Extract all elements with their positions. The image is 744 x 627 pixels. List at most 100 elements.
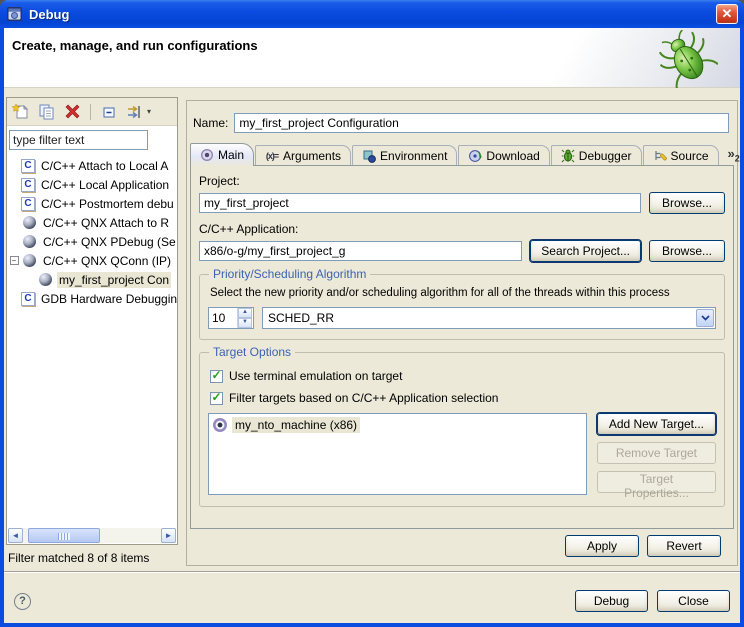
- application-row: Search Project... Browse...: [199, 240, 725, 262]
- scheduler-selected-value: SCHED_RR: [263, 311, 695, 325]
- name-row: Name:: [193, 113, 729, 133]
- terminal-emulation-label: Use terminal emulation on target: [229, 369, 402, 383]
- collapse-all-icon[interactable]: [99, 102, 119, 122]
- debug-bug-icon: [656, 30, 718, 88]
- main-tab-content: Project: Browse... C/C++ Application: Se…: [190, 165, 734, 529]
- target-properties-button[interactable]: Target Properties...: [597, 471, 716, 493]
- filter-targets-checkbox[interactable]: ✓: [210, 392, 223, 405]
- filter-field-area: [7, 126, 177, 152]
- priority-group-title: Priority/Scheduling Algorithm: [209, 267, 370, 281]
- dialog-content: Create, manage, and run configurations: [4, 28, 740, 623]
- footer-buttons: Debug Close: [575, 590, 730, 612]
- header-title: Create, manage, and run configurations: [12, 38, 258, 53]
- close-icon[interactable]: ✕: [716, 4, 738, 24]
- tree-item-qnx-pdebug[interactable]: C/C++ QNX PDebug (Se: [7, 232, 177, 251]
- qnx-config-icon: [37, 272, 53, 287]
- header-banner: Create, manage, and run configurations: [4, 28, 740, 88]
- debugger-tab-icon: [561, 149, 575, 163]
- apply-revert-row: Apply Revert: [565, 535, 721, 557]
- qnx-config-icon: [21, 215, 37, 230]
- target-selection-row: my_nto_machine (x86) Add New Target... R…: [208, 413, 716, 495]
- priority-value-input[interactable]: [209, 308, 237, 328]
- tab-bar: Main (x)= Arguments Environment: [190, 143, 734, 166]
- scroll-right-icon[interactable]: ►: [161, 528, 176, 543]
- spinner-up-icon[interactable]: ▲: [238, 308, 252, 318]
- title-bar[interactable]: Debug ✕: [0, 0, 744, 28]
- filter-configurations-icon[interactable]: [125, 102, 145, 122]
- application-input[interactable]: [199, 241, 522, 261]
- tab-source[interactable]: Source: [643, 145, 719, 166]
- duplicate-configuration-icon[interactable]: [36, 102, 56, 122]
- project-browse-button[interactable]: Browse...: [649, 192, 725, 214]
- environment-tab-icon: [362, 149, 376, 163]
- spinner-down-icon[interactable]: ▼: [238, 318, 252, 328]
- terminal-emulation-checkbox[interactable]: ✓: [210, 370, 223, 383]
- tree-item-qnx-attach[interactable]: C/C++ QNX Attach to R: [7, 213, 177, 232]
- dialog-window-icon: [6, 6, 23, 22]
- qnx-config-icon: [21, 253, 37, 268]
- target-list-item[interactable]: my_nto_machine (x86): [213, 417, 360, 433]
- window-title: Debug: [29, 7, 69, 22]
- name-input[interactable]: [234, 113, 729, 133]
- filter-targets-row: ✓ Filter targets based on C/C++ Applicat…: [210, 391, 716, 405]
- download-tab-icon: [468, 149, 482, 163]
- configurations-panel: ▾ C C/C++ Attach to Local A C C/C++ Loca…: [6, 97, 178, 545]
- footer-bar: ? Debug Close: [4, 584, 740, 618]
- apply-button[interactable]: Apply: [565, 535, 639, 557]
- toolbar-separator: [90, 104, 91, 120]
- collapse-expander-icon[interactable]: −: [7, 256, 21, 265]
- close-button[interactable]: Close: [657, 590, 730, 612]
- combo-dropdown-icon[interactable]: [696, 309, 714, 327]
- project-input[interactable]: [199, 193, 641, 213]
- priority-spinner[interactable]: ▲ ▼: [208, 307, 254, 329]
- debug-dialog: Debug ✕ Create, manage, and run configur…: [0, 0, 744, 627]
- c-cpp-config-icon: C: [21, 197, 35, 211]
- target-options-group: Target Options ✓ Use terminal emulation …: [199, 352, 725, 507]
- new-configuration-icon[interactable]: [10, 102, 30, 122]
- tab-environment[interactable]: Environment: [352, 145, 457, 166]
- target-options-group-title: Target Options: [209, 345, 295, 359]
- tree-item-my-first-project[interactable]: my_first_project Con: [7, 270, 177, 289]
- tab-arguments[interactable]: (x)= Arguments: [255, 145, 351, 166]
- debug-button[interactable]: Debug: [575, 590, 648, 612]
- add-new-target-button[interactable]: Add New Target...: [597, 413, 716, 435]
- revert-button[interactable]: Revert: [647, 535, 721, 557]
- priority-controls-row: ▲ ▼ SCHED_RR: [208, 307, 716, 329]
- terminal-emulation-row: ✓ Use terminal emulation on target: [210, 369, 716, 383]
- c-cpp-config-icon: C: [21, 292, 35, 306]
- remove-target-button[interactable]: Remove Target: [597, 442, 716, 464]
- project-label: Project:: [199, 174, 725, 188]
- arguments-tab-icon: (x)=: [265, 149, 279, 163]
- configurations-tree: C C/C++ Attach to Local A C C/C++ Local …: [7, 152, 177, 528]
- filter-dropdown-caret-icon[interactable]: ▾: [147, 107, 151, 116]
- c-cpp-config-icon: C: [21, 159, 35, 173]
- priority-group: Priority/Scheduling Algorithm Select the…: [199, 274, 725, 340]
- filter-targets-label: Filter targets based on C/C++ Applicatio…: [229, 391, 498, 405]
- target-list[interactable]: my_nto_machine (x86): [208, 413, 587, 495]
- search-project-button[interactable]: Search Project...: [530, 240, 641, 262]
- tree-horizontal-scrollbar[interactable]: ◄ ►: [8, 528, 176, 543]
- delete-configuration-icon[interactable]: [62, 102, 82, 122]
- tree-item-postmortem[interactable]: C C/C++ Postmortem debu: [7, 194, 177, 213]
- name-label: Name:: [193, 116, 228, 130]
- tree-item-local-application[interactable]: C C/C++ Local Application: [7, 175, 177, 194]
- filter-input[interactable]: [9, 130, 148, 150]
- tree-item-gdb-hardware[interactable]: C GDB Hardware Debuggin: [7, 289, 177, 308]
- target-item-label: my_nto_machine (x86): [232, 417, 360, 433]
- source-tab-icon: [653, 149, 667, 163]
- c-cpp-config-icon: C: [21, 178, 35, 192]
- application-browse-button[interactable]: Browse...: [649, 240, 725, 262]
- tab-main[interactable]: Main: [190, 143, 254, 166]
- scroll-left-icon[interactable]: ◄: [8, 528, 23, 543]
- tab-overflow-chevron[interactable]: »2: [724, 146, 744, 164]
- help-icon[interactable]: ?: [14, 593, 31, 610]
- tab-debugger[interactable]: Debugger: [551, 145, 642, 166]
- priority-description: Select the new priority and/or schedulin…: [210, 287, 716, 299]
- tree-item-qnx-qconn[interactable]: − C/C++ QNX QConn (IP): [7, 251, 177, 270]
- tab-download[interactable]: Download: [458, 145, 549, 166]
- scrollbar-thumb[interactable]: [28, 528, 100, 543]
- tree-item-attach-local[interactable]: C C/C++ Attach to Local A: [7, 156, 177, 175]
- spinner-buttons: ▲ ▼: [237, 308, 252, 328]
- configurations-toolbar: ▾: [7, 98, 177, 126]
- scheduler-combobox[interactable]: SCHED_RR: [262, 307, 716, 329]
